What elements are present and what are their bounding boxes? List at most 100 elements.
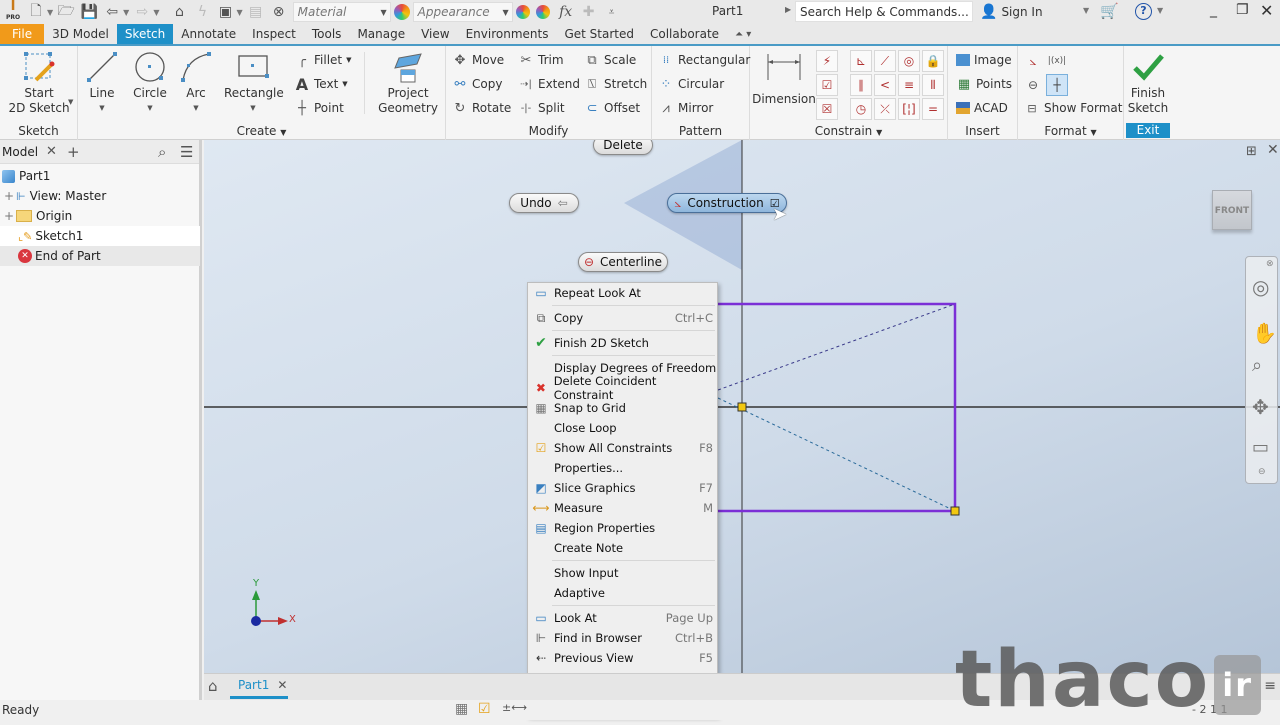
zoom-window-icon[interactable]: ⌕ (1252, 355, 1262, 376)
driven-dimension-icon[interactable]: |(x)| (1046, 50, 1068, 72)
start-2d-sketch-button[interactable]: Start 2D Sketch (4, 46, 74, 116)
menu-icon[interactable]: ☰ (180, 143, 193, 161)
project-geometry-button[interactable]: Project Geometry (372, 46, 444, 116)
customize-icon[interactable]: ⩡ (602, 2, 622, 22)
tab-model[interactable]: Model (2, 145, 38, 159)
concentric-icon[interactable]: ◎ (898, 50, 920, 72)
panel-label-create[interactable]: Create ▼ (78, 124, 445, 138)
menu-item-find-in-browser[interactable]: ⊩ Find in Browser Ctrl+B (528, 628, 717, 648)
redo-dropdown-icon[interactable]: ▼ (153, 8, 159, 17)
show-format-button[interactable]: ⊟ Show Format (1024, 98, 1122, 118)
menu-item-create-note[interactable]: Create Note (528, 538, 717, 558)
tabs-menu-icon[interactable]: ≡ (1264, 678, 1276, 694)
show-constraints-icon[interactable]: ☑ (478, 701, 491, 717)
vertical-icon[interactable]: ⫴ (922, 74, 944, 96)
close-icon[interactable]: ✕ (1260, 1, 1273, 20)
menu-item-slice-graphics[interactable]: ◩ Slice Graphics F7 (528, 478, 717, 498)
insert-points-button[interactable]: ▦ Points (956, 74, 1012, 94)
line-button[interactable]: Line ▼ (80, 46, 124, 116)
fillet-button[interactable]: ╭ Fillet ▼ (294, 50, 351, 70)
open-folder-icon[interactable]: 🗁 (56, 2, 76, 22)
help-dropdown-icon[interactable]: ▼ (1157, 6, 1163, 15)
marking-centerline-button[interactable]: ⊖ Centerline (578, 252, 668, 272)
trim-button[interactable]: ✂ Trim (518, 50, 564, 70)
add-icon[interactable]: ✚ (579, 2, 599, 22)
tab-annotate[interactable]: Annotate (173, 24, 244, 44)
collinear-icon[interactable]: < (874, 74, 896, 96)
adjust-icon[interactable]: ▤ (246, 2, 266, 22)
menu-item-adaptive[interactable]: Adaptive (528, 583, 717, 603)
menu-item-copy[interactable]: ⧉ Copy Ctrl+C (528, 308, 717, 328)
adjust-appearance-icon[interactable] (515, 5, 530, 19)
tab-manage[interactable]: Manage (349, 24, 413, 44)
steering-wheel-icon[interactable]: ◎ (1252, 275, 1269, 299)
split-button[interactable]: -|- Split (518, 98, 565, 118)
tree-item-part1[interactable]: Part1 (2, 166, 202, 186)
menu-item-region-properties[interactable]: ▤ Region Properties (528, 518, 717, 538)
home-tab-icon[interactable]: ⌂ (208, 677, 218, 695)
new-file-icon[interactable]: 🗋 (26, 2, 46, 22)
menu-item-show-input[interactable]: Show Input (528, 563, 717, 583)
show-constraints-icon[interactable]: ☑ (816, 74, 838, 96)
equal-icon[interactable]: = (922, 98, 944, 120)
expand-icon[interactable]: + (4, 189, 16, 203)
tangent-icon[interactable]: ◷ (850, 98, 872, 120)
split-view-icon[interactable]: ⊞ (1246, 144, 1257, 159)
material-select[interactable]: Material ▼ (292, 2, 391, 22)
tab-file[interactable]: File (0, 24, 45, 44)
close-icon[interactable]: ✕ (46, 144, 57, 159)
tab-3d-model[interactable]: 3D Model (44, 24, 117, 44)
menu-item-repeat-look-at[interactable]: ▭ Repeat Look At (528, 283, 717, 303)
tab-sketch[interactable]: Sketch (116, 24, 174, 44)
tab-collaborate[interactable]: Collaborate (642, 24, 727, 44)
coincident-icon[interactable]: ⟋ (874, 50, 896, 72)
orbit-icon[interactable]: ✥ (1252, 395, 1269, 419)
home-icon[interactable]: ⌂ (169, 2, 189, 22)
smooth-icon[interactable]: ⤫ (874, 98, 896, 120)
point-button[interactable]: ┼ Point (294, 98, 344, 118)
save-icon[interactable]: 💾 (79, 2, 99, 22)
copy-button[interactable]: ⚯ Copy (452, 74, 503, 94)
look-at-icon[interactable]: ▭ (1252, 437, 1269, 458)
appearance-select[interactable]: Appearance ▼ (412, 2, 513, 22)
close-tab-icon[interactable]: ✕ (277, 678, 287, 692)
marking-construction-button[interactable]: ⦣ Construction ☑ (667, 193, 787, 213)
doc-tab-part1[interactable]: Part1 ✕ (230, 674, 288, 699)
undo-dropdown-icon[interactable]: ▼ (123, 8, 129, 17)
tab-tools[interactable]: Tools (304, 24, 350, 44)
app-logo-icon[interactable]: I PRO (3, 0, 23, 22)
snap-grid-icon[interactable]: ▦ (455, 701, 468, 717)
extend-button[interactable]: ⇢| Extend (518, 74, 580, 94)
parameters-icon[interactable]: fx (556, 2, 576, 22)
perpendicular-icon[interactable]: ⊾ (850, 50, 872, 72)
select-icon[interactable]: ▣ (215, 2, 235, 22)
menu-item-previous-view[interactable]: ⇠ Previous View F5 (528, 648, 717, 668)
tab-environments[interactable]: Environments (458, 24, 557, 44)
tree-item-end-of-part[interactable]: ✕ End of Part (0, 246, 200, 266)
restore-icon[interactable]: ❐ (1236, 2, 1249, 18)
menu-item-finish-2d-sketch[interactable]: ✔ Finish 2D Sketch (528, 333, 717, 353)
sign-in-dropdown-icon[interactable]: ▼ (1083, 6, 1089, 15)
menu-item-delete-coincident[interactable]: ✖ Delete Coincident Constraint (528, 374, 717, 402)
close-view-icon[interactable]: ✕ (1267, 142, 1279, 158)
horizontal-icon[interactable]: ≡ (898, 74, 920, 96)
graphics-canvas[interactable]: Y X Delete Undo ⇦ ⦣ Construction ☑ ⊖ Centerl… (204, 140, 1280, 673)
tree-item-sketch1[interactable]: ⌞✎ Sketch1 (0, 226, 200, 246)
text-button[interactable]: A Text ▼ (294, 74, 348, 94)
construction-format-icon[interactable]: ⦣ (1022, 50, 1044, 72)
new-dropdown-icon[interactable]: ▼ (47, 8, 53, 17)
expand-icon[interactable]: + (4, 209, 16, 223)
add-icon[interactable]: + (67, 143, 80, 161)
parallel-icon[interactable]: ∥ (850, 74, 872, 96)
help-icon[interactable]: ? (1135, 3, 1152, 20)
undo-icon[interactable]: ⇦ (102, 2, 122, 22)
tab-get-started[interactable]: Get Started (556, 24, 642, 44)
menu-item-close-loop[interactable]: Close Loop (528, 418, 717, 438)
close-navbar-icon[interactable]: ⊗ (1266, 259, 1274, 269)
auto-dimension-icon[interactable]: ⚡ (816, 50, 838, 72)
circular-pattern-button[interactable]: ⁘ Circular (658, 74, 725, 94)
panel-label-format[interactable]: Format ▼ (1018, 124, 1123, 138)
update-icon[interactable]: ϟ (192, 2, 212, 22)
dimension-button[interactable]: Dimension (752, 46, 816, 107)
clear-appearance-icon[interactable] (535, 5, 550, 19)
